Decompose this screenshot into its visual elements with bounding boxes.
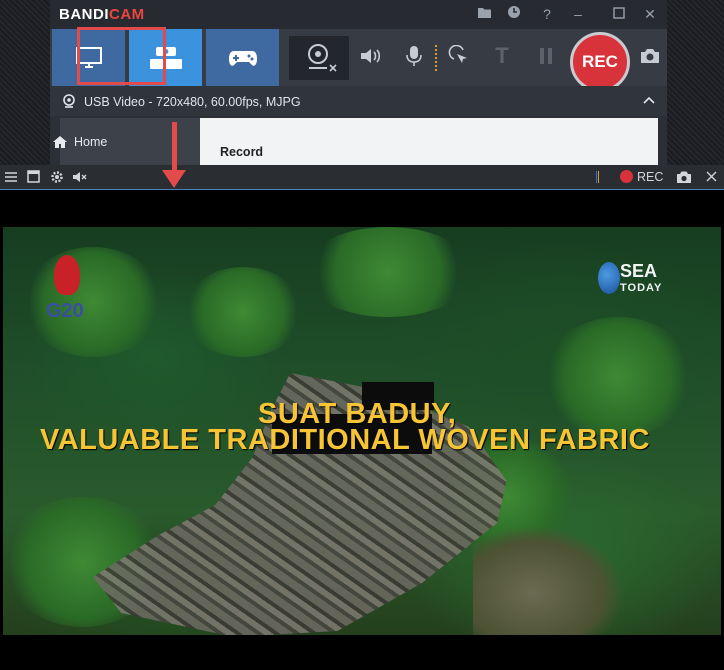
speaker-icon xyxy=(361,49,381,63)
audio-level-indicator xyxy=(435,45,437,71)
highlight-box xyxy=(77,27,166,85)
tree-cluster xyxy=(23,247,163,357)
device-info-bar: USB Video - 720x480, 60.00fps, MJPG xyxy=(50,86,667,116)
chevron-up-icon[interactable] xyxy=(643,96,655,104)
mute-icon[interactable] xyxy=(72,171,88,183)
speaker-button[interactable] xyxy=(356,42,384,70)
close-icon[interactable]: ✕ xyxy=(641,5,659,23)
sea-today-logo-sub: TODAY xyxy=(620,282,663,294)
clock-icon[interactable] xyxy=(505,5,523,23)
preview-level-indicator xyxy=(596,171,599,183)
folder-icon[interactable] xyxy=(475,5,493,23)
close-icon[interactable] xyxy=(706,171,717,182)
main-panel xyxy=(200,118,658,170)
webcam-button[interactable] xyxy=(289,36,349,80)
webcam-icon xyxy=(308,44,337,72)
restore-icon[interactable] xyxy=(610,5,628,23)
cursor-click-icon xyxy=(448,45,467,63)
minimize-icon[interactable]: – xyxy=(569,5,587,23)
pause-button[interactable] xyxy=(532,42,560,70)
river xyxy=(473,527,623,635)
tree-cluster xyxy=(183,267,303,357)
caption-line-2: VALUABLE TRADITIONAL WOVEN FABRIC xyxy=(40,424,650,456)
camera-icon[interactable] xyxy=(676,170,692,184)
title-bar: BANDICAM ? – ✕ xyxy=(50,0,667,29)
camera-icon xyxy=(641,49,659,63)
text-overlay-icon[interactable]: T xyxy=(488,42,516,70)
sea-today-logo: SEA xyxy=(620,261,658,281)
home-icon xyxy=(53,136,67,148)
settings-gear-icon[interactable] xyxy=(50,170,64,184)
help-icon[interactable]: ? xyxy=(538,5,556,23)
emblem-logo xyxy=(54,255,80,295)
annotation-arrow-head xyxy=(162,170,186,188)
tree-cluster xyxy=(543,317,693,437)
sidebar-item-home[interactable]: Home xyxy=(53,135,108,149)
g20-logo: G20 xyxy=(46,300,84,322)
cursor-effect-button[interactable] xyxy=(445,42,473,70)
preview-toolbar: REC xyxy=(0,165,724,189)
sidebar-item-label: Home xyxy=(74,135,108,149)
window-icon[interactable] xyxy=(27,170,40,183)
preview-top-letterbox xyxy=(0,190,724,227)
game-mode-button[interactable] xyxy=(206,29,279,86)
menu-icon[interactable] xyxy=(5,171,17,183)
preview-bottom-bar xyxy=(0,635,724,670)
preview-rec-button[interactable]: REC xyxy=(637,170,663,184)
tree-cluster xyxy=(303,227,473,317)
gamepad-icon xyxy=(228,50,257,66)
webcam-small-icon xyxy=(63,94,75,108)
microphone-icon xyxy=(406,46,422,66)
rec-dot-icon xyxy=(620,170,633,183)
globe-logo-icon xyxy=(598,262,620,294)
annotation-arrow xyxy=(172,122,177,174)
app-logo: BANDICAM xyxy=(59,6,145,23)
bandicam-window: BANDICAM ? – ✕ T REC USB Video - 720x480… xyxy=(50,0,667,170)
screenshot-button[interactable] xyxy=(636,42,664,70)
section-title: Record xyxy=(220,145,264,159)
device-info-text: USB Video - 720x480, 60.00fps, MJPG xyxy=(84,95,301,109)
record-button[interactable]: REC xyxy=(570,32,630,92)
microphone-button[interactable] xyxy=(400,42,428,70)
pause-icon xyxy=(540,48,552,64)
